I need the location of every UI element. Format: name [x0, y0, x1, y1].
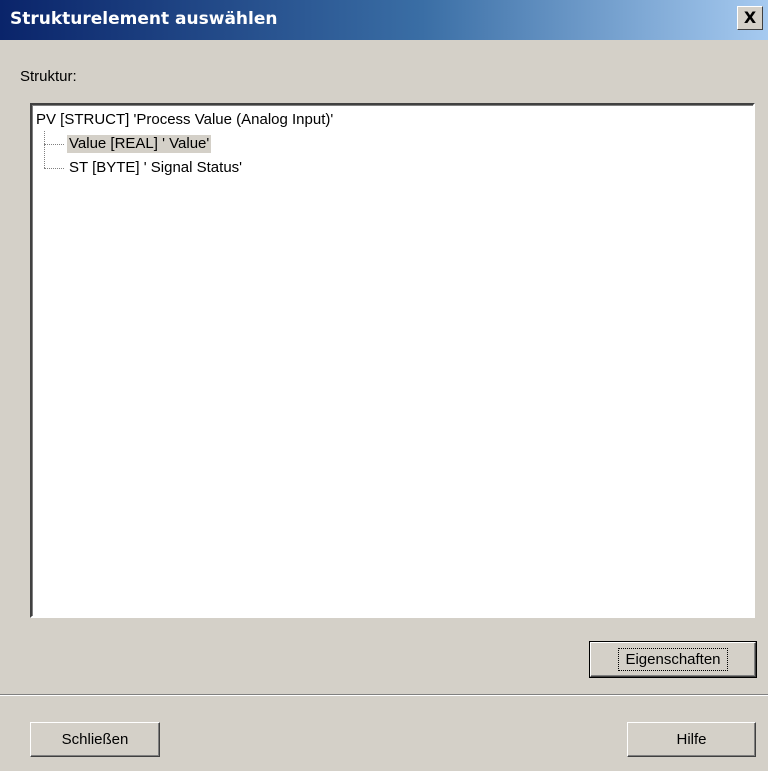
tree-node-status[interactable]: ST [BYTE] ' Signal Status' — [67, 159, 244, 177]
tree-connector-line — [44, 144, 64, 145]
help-button[interactable]: Hilfe — [627, 722, 756, 757]
close-dialog-button-label: Schließen — [61, 731, 129, 748]
title-bar: Strukturelement auswählen X — [0, 0, 768, 40]
tree-node-value[interactable]: Value [REAL] ' Value' — [67, 135, 212, 153]
properties-button[interactable]: Eigenschaften — [589, 641, 757, 678]
tree-connector-line — [44, 131, 45, 168]
tree-connector-line — [44, 168, 64, 169]
properties-button-label: Eigenschaften — [618, 648, 728, 671]
structure-label: Struktur: — [20, 68, 77, 85]
close-icon: X — [743, 8, 757, 27]
help-button-label: Hilfe — [676, 731, 707, 748]
structure-tree[interactable]: PV [STRUCT] 'Process Value (Analog Input… — [30, 103, 755, 618]
window-title: Strukturelement auswählen — [10, 9, 278, 29]
close-button[interactable]: X — [737, 6, 763, 30]
tree-node-root[interactable]: PV [STRUCT] 'Process Value (Analog Input… — [36, 111, 333, 129]
separator — [0, 694, 768, 696]
close-dialog-button[interactable]: Schließen — [30, 722, 160, 757]
